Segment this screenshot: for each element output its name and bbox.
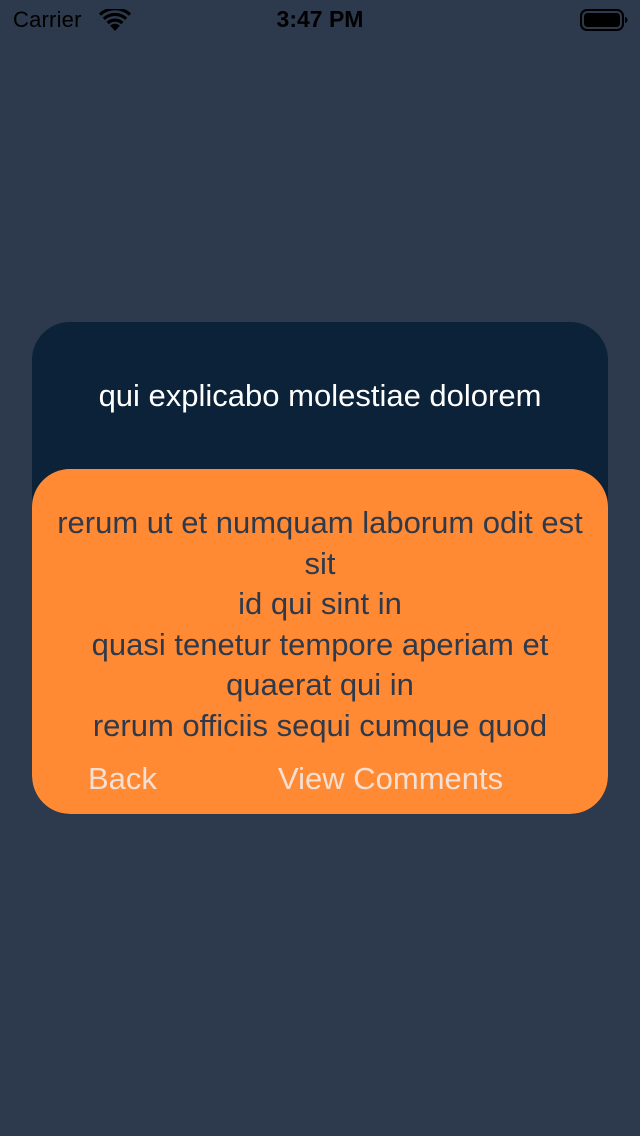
status-time: 3:47 PM: [276, 6, 364, 32]
status-bar: Carrier 3:47 PM: [0, 0, 640, 40]
back-button[interactable]: Back: [88, 761, 157, 797]
post-body: rerum ut et numquam laborum odit est sit…: [57, 505, 583, 743]
post-body-panel: rerum ut et numquam laborum odit est sit…: [32, 469, 608, 814]
view-comments-button[interactable]: View Comments: [278, 761, 503, 797]
post-title: qui explicabo molestiae dolorem: [98, 378, 542, 413]
post-card: qui explicabo molestiae dolorem rerum ut…: [32, 322, 608, 814]
battery-full-icon: [580, 8, 628, 32]
